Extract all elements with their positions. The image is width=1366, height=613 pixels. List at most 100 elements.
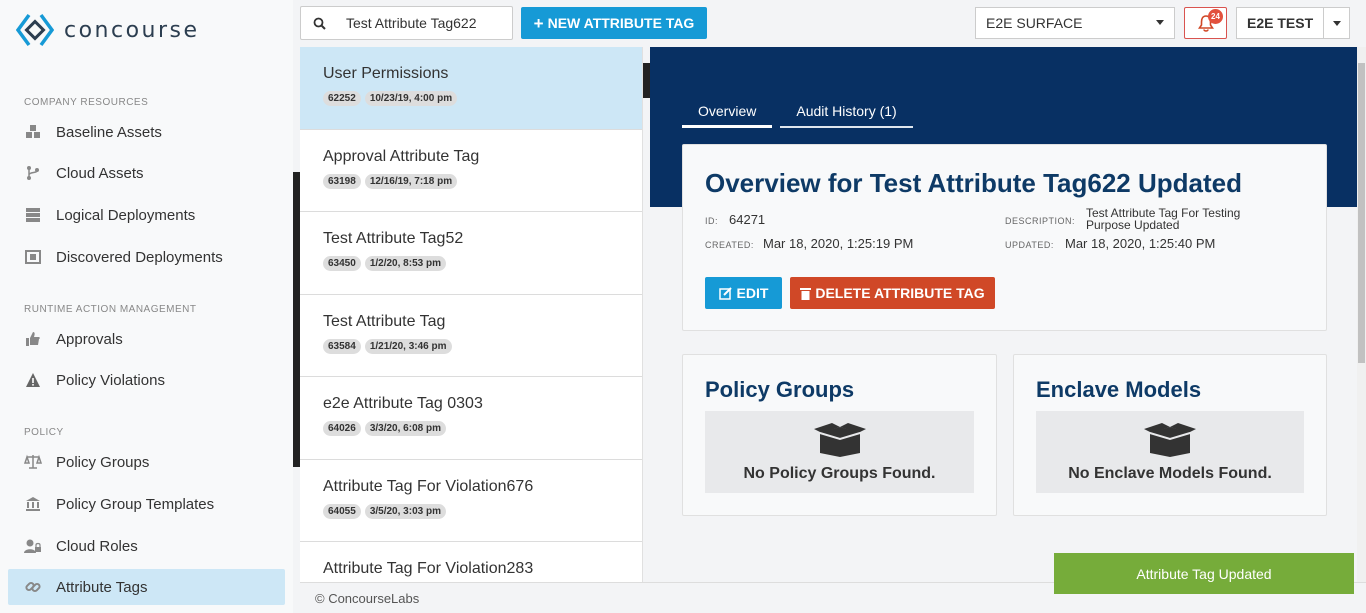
date-badge: 3/5/20, 3:03 pm xyxy=(364,503,446,519)
sidebar-item-cloud-roles[interactable]: Cloud Roles xyxy=(8,528,285,564)
footer-copyright: © ConcourseLabs xyxy=(315,590,420,606)
date-badge: 3/3/20, 6:08 pm xyxy=(364,421,446,436)
sidebar-item-label: Cloud Assets xyxy=(56,164,144,182)
list-item[interactable]: e2e Attribute Tag 0303 64026 3/3/20, 6:08… xyxy=(300,377,642,460)
scan-icon xyxy=(24,248,42,266)
updated-label: UPDATED: xyxy=(1005,240,1054,250)
chevron-down-icon xyxy=(1156,20,1164,25)
attribute-tag-list: User Permissions 62252 10/23/19, 4:00 pm … xyxy=(300,47,643,582)
sidebar-item-label: Cloud Roles xyxy=(56,537,138,555)
created-value: Mar 18, 2020, 1:25:19 PM xyxy=(763,236,914,251)
sidebar-item-baseline-assets[interactable]: Baseline Assets xyxy=(8,114,285,150)
empty-box-icon xyxy=(1144,423,1196,457)
list-item-title: User Permissions xyxy=(323,65,449,82)
trash-icon xyxy=(800,287,812,300)
warning-icon xyxy=(24,371,42,389)
user-menu-label: E2E TEST xyxy=(1247,15,1314,31)
empty-box-icon xyxy=(813,423,866,457)
sidebar-item-label: Approvals xyxy=(56,330,123,348)
sidebar-item-policy-violations[interactable]: Policy Violations xyxy=(8,362,285,398)
overview-card: Overview for Test Attribute Tag622 Updat… xyxy=(682,144,1327,331)
date-badge: 1/21/20, 3:46 pm xyxy=(364,338,452,354)
surface-select[interactable]: E2E SURFACE xyxy=(975,7,1175,39)
delete-button-label: DELETE ATTRIBUTE TAG xyxy=(815,285,985,301)
list-item-title: e2e Attribute Tag 0303 xyxy=(323,395,483,412)
surface-select-value: E2E SURFACE xyxy=(986,15,1083,31)
sidebar-item-discovered-deployments[interactable]: Discovered Deployments xyxy=(8,239,285,275)
sidebar-item-label: Policy Group Templates xyxy=(56,495,215,513)
list-item[interactable]: Test Attribute Tag52 63450 1/2/20, 8:53 p… xyxy=(300,212,642,295)
toast-notification[interactable]: Attribute Tag Updated xyxy=(1054,553,1354,594)
logo[interactable]: concourse xyxy=(16,12,200,48)
plus-icon: + xyxy=(533,13,544,33)
user-menu[interactable]: E2E TEST xyxy=(1236,7,1350,39)
id-badge: 63450 xyxy=(323,256,361,271)
notifications-button[interactable]: 24 xyxy=(1184,7,1227,39)
list-item[interactable]: User Permissions 62252 10/23/19, 4:00 pm xyxy=(300,47,642,130)
thumbs-up-icon xyxy=(24,330,42,348)
sidebar-item-policy-group-templates[interactable]: Policy Group Templates xyxy=(8,486,285,522)
detail-panel: Overview Audit History (1) Overview for … xyxy=(650,47,1357,582)
page-scrollbar[interactable] xyxy=(1357,47,1366,582)
edit-button[interactable]: EDIT xyxy=(705,277,782,309)
search-input[interactable] xyxy=(346,15,506,31)
sidebar-item-label: Logical Deployments xyxy=(56,206,196,224)
enclave-models-card: Enclave Models No Enclave Models Found. xyxy=(1013,354,1327,516)
sidebar-scrollbar[interactable] xyxy=(293,172,300,467)
id-value: 64271 xyxy=(729,212,766,227)
description-label: DESCRIPTION: xyxy=(1005,216,1076,226)
sidebar-item-label: Attribute Tags xyxy=(56,578,148,596)
enclave-models-title: Enclave Models xyxy=(1036,377,1202,402)
search-box[interactable] xyxy=(300,6,513,40)
date-badge: 1/2/20, 8:53 pm xyxy=(364,256,446,271)
list-item[interactable]: Approval Attribute Tag 63198 12/16/19, 7:… xyxy=(300,129,642,212)
new-attribute-tag-label: NEW ATTRIBUTE TAG xyxy=(547,15,695,31)
policy-groups-empty-state: No Policy Groups Found. xyxy=(705,411,974,493)
id-badge: 63198 xyxy=(323,173,361,189)
page-scrollbar-thumb[interactable] xyxy=(1358,63,1365,363)
section-title-company-resources: COMPANY RESOURCES xyxy=(24,97,149,108)
sidebar-item-logical-deployments[interactable]: Logical Deployments xyxy=(8,197,285,233)
sidebar-item-cloud-assets[interactable]: Cloud Assets xyxy=(8,155,285,191)
chevron-down-icon xyxy=(1332,20,1341,26)
id-badge: 64055 xyxy=(323,503,361,519)
overview-title: Overview for Test Attribute Tag622 Updat… xyxy=(705,168,1242,198)
section-title-runtime-action-management: RUNTIME ACTION MANAGEMENT xyxy=(24,304,197,315)
enclave-models-empty-text: No Enclave Models Found. xyxy=(1068,465,1272,482)
created-label: CREATED: xyxy=(705,240,754,250)
updated-value: Mar 18, 2020, 1:25:40 PM xyxy=(1065,236,1216,251)
new-attribute-tag-button[interactable]: + NEW ATTRIBUTE TAG xyxy=(521,7,707,39)
notifications-count-badge: 24 xyxy=(1208,9,1223,24)
list-scrollbar[interactable] xyxy=(643,63,650,98)
sidebar-item-approvals[interactable]: Approvals xyxy=(8,321,285,357)
sidebar-item-label: Policy Violations xyxy=(56,371,165,389)
list-item-title: Test Attribute Tag xyxy=(323,312,446,330)
link-icon xyxy=(24,578,42,596)
search-icon xyxy=(313,17,326,30)
id-badge: 63584 xyxy=(323,338,361,354)
toast-message: Attribute Tag Updated xyxy=(1136,565,1272,582)
concourse-logo-icon xyxy=(16,13,54,47)
tab-overview[interactable]: Overview xyxy=(682,103,773,128)
date-badge: 12/16/19, 7:18 pm xyxy=(364,173,458,189)
user-menu-toggle[interactable] xyxy=(1323,8,1349,38)
list-item[interactable]: Test Attribute Tag 63584 1/21/20, 3:46 pm xyxy=(300,294,642,377)
id-badge: 62252 xyxy=(323,91,361,106)
description-value: Test Attribute Tag For Testing Purpose U… xyxy=(1086,206,1241,232)
list-item[interactable]: Attribute Tag For Violation283 xyxy=(300,542,642,582)
sidebar: concourse COMPANY RESOURCES Baseline Ass… xyxy=(0,0,293,613)
server-icon xyxy=(24,206,42,224)
detail-tabs: Overview Audit History (1) xyxy=(682,103,921,128)
edit-button-label: EDIT xyxy=(736,285,769,301)
sidebar-item-label: Baseline Assets xyxy=(56,123,162,141)
edit-icon xyxy=(718,286,732,300)
id-label: ID: xyxy=(705,216,719,226)
sidebar-item-policy-groups[interactable]: Policy Groups xyxy=(8,444,285,480)
delete-attribute-tag-button[interactable]: DELETE ATTRIBUTE TAG xyxy=(790,277,995,309)
list-item-title: Test Attribute Tag52 xyxy=(323,230,464,247)
list-item[interactable]: Attribute Tag For Violation676 64055 3/5/… xyxy=(300,459,642,542)
policy-groups-card: Policy Groups No Policy Groups Found. xyxy=(682,354,997,516)
logo-text: concourse xyxy=(64,17,200,43)
tab-audit-history[interactable]: Audit History (1) xyxy=(780,103,913,128)
sidebar-item-attribute-tags[interactable]: Attribute Tags xyxy=(8,569,285,605)
